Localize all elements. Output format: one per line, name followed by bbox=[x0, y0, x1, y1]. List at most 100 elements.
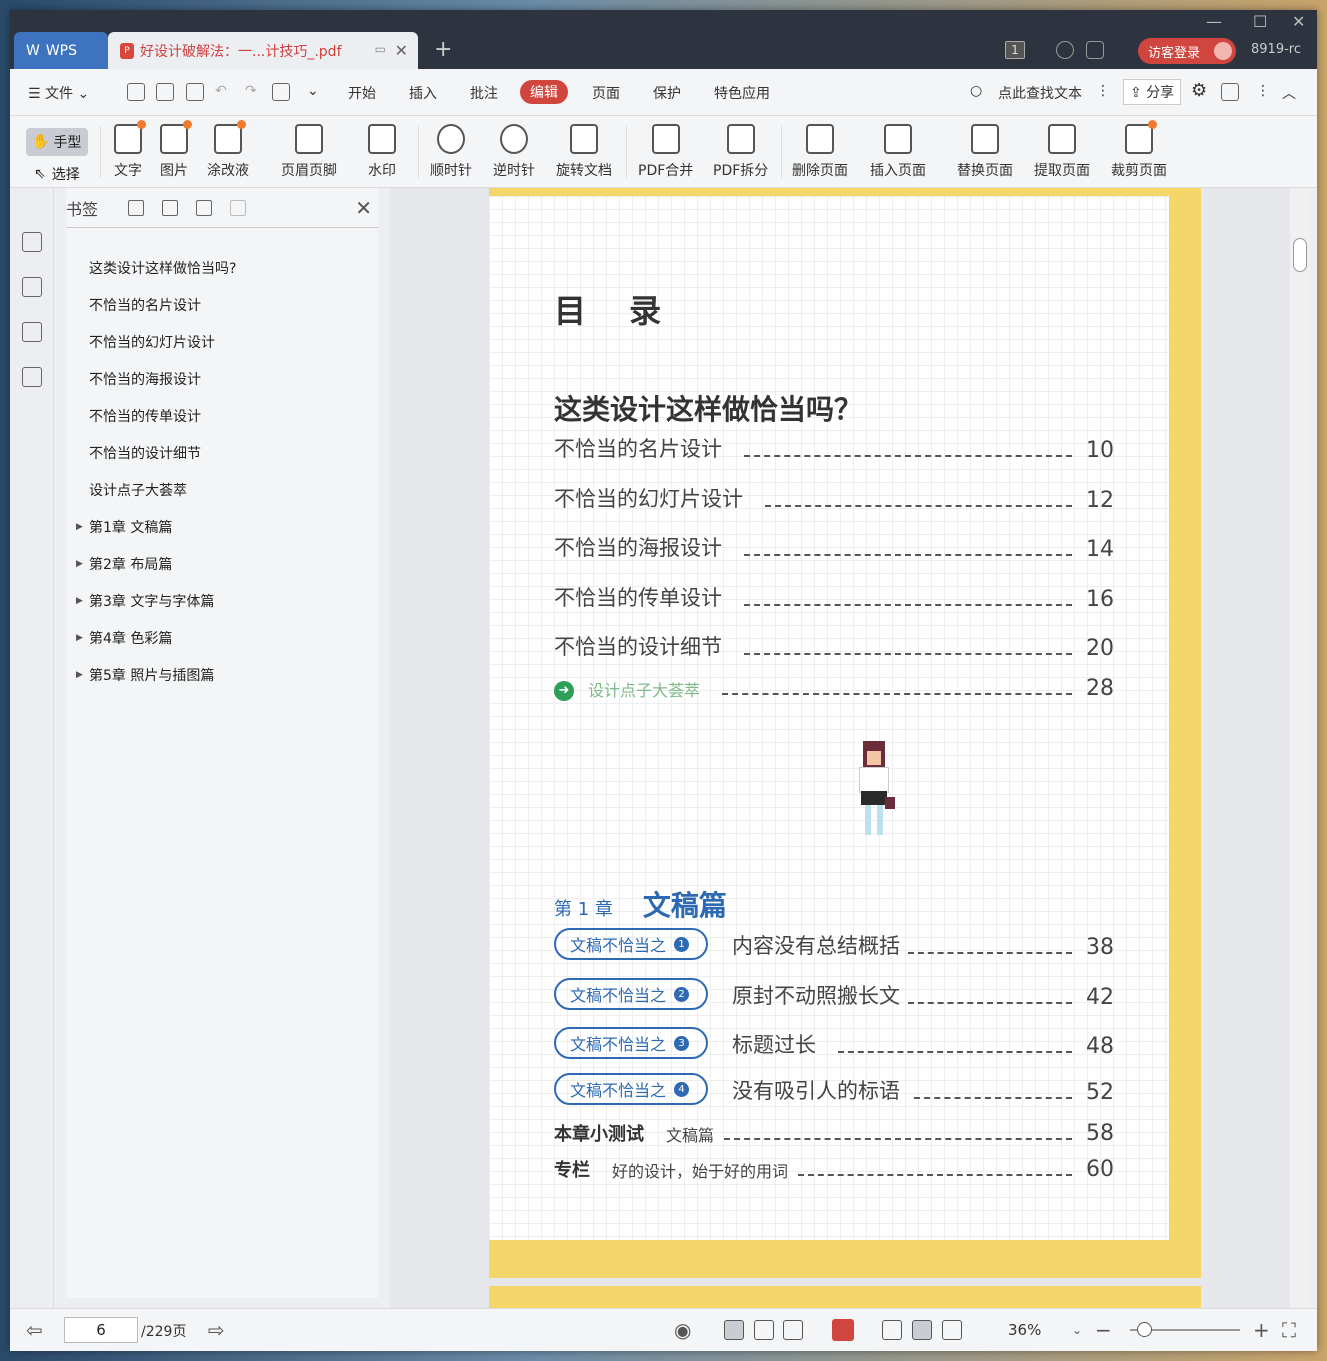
skin-icon[interactable] bbox=[1056, 41, 1074, 59]
more-quick-icon[interactable]: ⌄ bbox=[307, 83, 319, 99]
rotate-doc-button[interactable]: 旋转文档 bbox=[556, 124, 612, 180]
bookmark-item[interactable]: ▶ 第1章 文稿篇 bbox=[76, 517, 172, 537]
crop-page-button[interactable]: 裁剪页面 bbox=[1111, 120, 1167, 180]
search-text[interactable]: 点此查找文本 bbox=[998, 83, 1082, 103]
bookmark-item[interactable]: 不恰当的传单设计 bbox=[89, 406, 201, 426]
bookmark-item[interactable]: 不恰当的幻灯片设计 bbox=[89, 332, 215, 352]
zoom-dropdown-icon[interactable]: ⌄ bbox=[1072, 1323, 1082, 1337]
menu-annotate[interactable]: 批注 bbox=[470, 83, 498, 103]
outline-icon[interactable] bbox=[22, 232, 42, 252]
shirt-icon[interactable] bbox=[1086, 41, 1104, 59]
wps-logo-icon: W bbox=[26, 42, 40, 59]
more-icon[interactable]: ⋮ bbox=[1096, 83, 1110, 99]
menu-start[interactable]: 开始 bbox=[348, 83, 376, 103]
new-tab-button[interactable]: + bbox=[434, 37, 452, 62]
print-icon[interactable] bbox=[186, 83, 204, 101]
menu-page[interactable]: 页面 bbox=[592, 83, 620, 103]
save-icon[interactable] bbox=[156, 83, 174, 101]
actual-size-icon[interactable] bbox=[882, 1320, 902, 1340]
bookmark-item[interactable]: ▶ 第4章 色彩篇 bbox=[76, 628, 172, 648]
image-tool-button[interactable]: 图片 bbox=[160, 120, 192, 180]
share-button[interactable]: ⇪ 分享 bbox=[1123, 79, 1182, 105]
cursor-icon: ⇖ bbox=[34, 166, 46, 182]
bookmark-item[interactable]: ▶ 第5章 照片与插图篇 bbox=[76, 665, 214, 685]
two-page-icon[interactable] bbox=[783, 1320, 803, 1340]
extract-page-button[interactable]: 提取页面 bbox=[1034, 124, 1090, 180]
expand-arrow-icon[interactable]: ▶ bbox=[76, 596, 83, 606]
prev-page-icon[interactable]: ⇦ bbox=[26, 1318, 43, 1342]
scrollbar-thumb[interactable] bbox=[1293, 238, 1307, 272]
window-count-badge[interactable]: 1 bbox=[1005, 41, 1025, 59]
close-tab-icon[interactable]: ✕ bbox=[395, 41, 408, 60]
maximize-icon[interactable]: ☐ bbox=[1253, 12, 1267, 31]
insert-page-button[interactable]: 插入页面 bbox=[870, 124, 926, 180]
continuous-view-icon[interactable] bbox=[724, 1320, 744, 1340]
single-page-icon[interactable] bbox=[754, 1320, 774, 1340]
page-number-input[interactable]: 6 bbox=[64, 1317, 138, 1343]
eye-protect-icon[interactable]: ◉ bbox=[674, 1318, 691, 1342]
rotate-cw-button[interactable]: 顺时针 bbox=[430, 124, 472, 180]
add-bookmark-icon[interactable] bbox=[128, 199, 145, 216]
zoom-level[interactable]: 36% bbox=[1008, 1321, 1041, 1339]
annotation-icon[interactable] bbox=[22, 322, 42, 342]
add-sub-bookmark-icon[interactable] bbox=[162, 199, 179, 216]
bookmark-item[interactable]: 设计点子大荟萃 bbox=[89, 480, 187, 500]
pdf-split-button[interactable]: PDF拆分 bbox=[713, 124, 768, 180]
fit-width-icon[interactable] bbox=[942, 1320, 962, 1340]
menu-edit[interactable]: 编辑 bbox=[520, 80, 568, 104]
search-icon[interactable]: ○ bbox=[970, 83, 982, 99]
delete-page-icon bbox=[806, 124, 834, 154]
bookmark-item[interactable]: ▶ 第3章 文字与字体篇 bbox=[76, 591, 214, 611]
settings-icon[interactable]: ⚙ bbox=[1191, 80, 1207, 101]
bookmark-item[interactable]: ▶ 第2章 布局篇 bbox=[76, 554, 172, 574]
redo-icon[interactable]: ↷ bbox=[245, 83, 257, 99]
rotate-ccw-button[interactable]: 逆时针 bbox=[493, 124, 535, 180]
next-page-icon[interactable]: ⇨ bbox=[208, 1318, 225, 1342]
undo-icon[interactable]: ↶ bbox=[215, 83, 227, 99]
menu-file[interactable]: ☰ 文件 ⌄ bbox=[28, 83, 89, 103]
overflow-icon[interactable]: ⋮ bbox=[1256, 83, 1270, 99]
expand-arrow-icon[interactable]: ▶ bbox=[76, 670, 83, 680]
expand-arrow-icon[interactable]: ▶ bbox=[76, 633, 83, 643]
menu-special[interactable]: 特色应用 bbox=[714, 83, 770, 103]
header-footer-button[interactable]: 页眉页脚 bbox=[281, 124, 337, 180]
bookmark-edit-icon[interactable] bbox=[196, 199, 213, 216]
close-window-icon[interactable]: ✕ bbox=[1292, 12, 1305, 31]
text-tool-button[interactable]: 文字 bbox=[114, 120, 146, 180]
pdf-merge-button[interactable]: PDF合并 bbox=[638, 124, 693, 180]
signature-icon[interactable] bbox=[22, 367, 42, 387]
minimize-icon[interactable]: — bbox=[1206, 12, 1222, 31]
watermark-button[interactable]: 水印 bbox=[368, 124, 396, 180]
expand-arrow-icon[interactable]: ▶ bbox=[76, 559, 83, 569]
expand-arrow-icon[interactable]: ▶ bbox=[76, 522, 83, 532]
collapse-icon[interactable]: ︿ bbox=[1282, 83, 1296, 103]
zoom-out-icon[interactable]: − bbox=[1095, 1318, 1112, 1342]
login-button[interactable]: 访客登录 bbox=[1138, 38, 1236, 64]
select-tool-button[interactable]: ⇖ 选择 bbox=[34, 164, 80, 184]
bookmark-item[interactable]: 不恰当的海报设计 bbox=[89, 369, 201, 389]
fit-page-icon[interactable] bbox=[912, 1320, 932, 1340]
delete-page-button[interactable]: 删除页面 bbox=[792, 124, 848, 180]
bookmark-item[interactable]: 这类设计这样做恰当吗? bbox=[89, 258, 236, 278]
bookmark-item[interactable]: 不恰当的设计细节 bbox=[89, 443, 201, 463]
menu-protect[interactable]: 保护 bbox=[653, 83, 681, 103]
monitor-icon[interactable]: ▭ bbox=[375, 42, 386, 56]
zoom-in-icon[interactable]: + bbox=[1253, 1318, 1270, 1342]
fullscreen-icon[interactable]: ⛶ bbox=[1282, 1318, 1296, 1342]
close-panel-icon[interactable]: ✕ bbox=[355, 196, 372, 220]
correction-tool-button[interactable]: 涂改液 bbox=[207, 120, 249, 180]
wps-home-tab[interactable]: W WPS bbox=[14, 32, 108, 69]
open-icon[interactable] bbox=[127, 83, 145, 101]
bookmark-delete-icon[interactable] bbox=[230, 199, 247, 216]
vertical-scrollbar[interactable] bbox=[1290, 188, 1310, 1308]
thumbnail-icon[interactable] bbox=[22, 277, 42, 297]
document-tab[interactable]: P 好设计破解法：一...计技巧_.pdf ▭ ✕ bbox=[108, 32, 418, 69]
bookmark-item[interactable]: 不恰当的名片设计 bbox=[89, 295, 201, 315]
menu-insert[interactable]: 插入 bbox=[409, 83, 437, 103]
comment-icon[interactable] bbox=[1221, 83, 1239, 101]
replace-page-button[interactable]: 替换页面 bbox=[957, 124, 1013, 180]
zoom-slider-knob[interactable] bbox=[1137, 1322, 1152, 1337]
export-icon[interactable] bbox=[272, 83, 290, 101]
play-icon[interactable] bbox=[832, 1319, 854, 1341]
hand-tool-button[interactable]: ✋ 手型 bbox=[26, 128, 88, 156]
